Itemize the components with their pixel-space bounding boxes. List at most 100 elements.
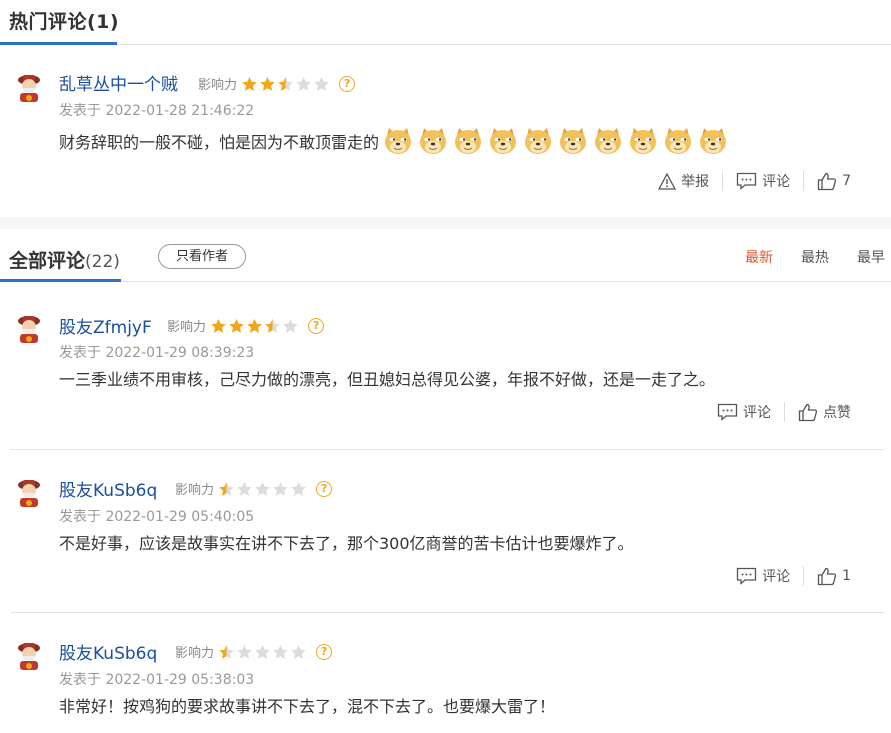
comment-button[interactable]: 评论 <box>736 566 790 586</box>
influence-rating: 影响力 ? <box>198 74 356 93</box>
sort-oldest-tab[interactable]: 最早 <box>857 247 885 267</box>
doge-emoji-icon <box>420 128 447 154</box>
post-date: 发表于 2022-01-28 21:46:22 <box>59 103 255 119</box>
username-link[interactable]: 乱草丛中一个贼 <box>59 70 178 95</box>
comment-bubble-icon <box>736 567 757 585</box>
active-tab-underline <box>0 42 117 45</box>
sort-tabs: 最新 最热 最早 <box>745 247 885 267</box>
doge-emoji-icon <box>595 128 622 154</box>
influence-label: 影响力 <box>198 78 238 93</box>
section-gap <box>0 217 891 229</box>
comment-text: 非常好！按鸡狗的要求故事讲不下去了，混不下去了。也要爆大雷了！ <box>59 697 556 716</box>
sort-newest-tab[interactable]: 最新 <box>745 247 773 267</box>
like-button[interactable]: 7 <box>817 172 851 191</box>
thumbs-up-icon <box>798 403 818 421</box>
comment-button[interactable]: 评论 <box>717 402 771 422</box>
comment-text: 财务辞职的一般不碰，怕是因为不敢顶雷走的 <box>59 133 380 152</box>
influence-rating: 影响力 ? <box>175 642 333 661</box>
all-comments-title[interactable]: 全部评论(22) <box>9 246 120 273</box>
all-comments-count: (22) <box>85 252 120 272</box>
influence-label: 影响力 <box>175 646 215 661</box>
avatar[interactable] <box>14 477 44 507</box>
username-link[interactable]: 股友KuSb6q <box>59 639 157 664</box>
doge-emoji-icon <box>700 128 727 154</box>
warning-triangle-icon <box>658 172 677 190</box>
comment-divider <box>10 449 884 450</box>
star-half-icon <box>219 644 234 659</box>
comment-body: 不是好事，应该是故事实在讲不下去了，那个300亿商誉的苦卡估计也要爆炸了。 <box>59 530 634 554</box>
star-full-icon <box>247 318 262 333</box>
star-rating <box>210 318 299 334</box>
hot-comments-title[interactable]: 热门评论(1) <box>9 7 119 34</box>
like-label: 点赞 <box>823 405 851 421</box>
star-empty-icon <box>291 481 306 496</box>
influence-rating: 影响力 ? <box>175 479 333 498</box>
star-empty-icon <box>237 481 252 496</box>
post-date: 发表于 2022-01-29 08:39:23 <box>59 345 255 361</box>
question-circle-icon[interactable]: ? <box>316 480 333 497</box>
star-rating <box>218 481 307 497</box>
star-empty-icon <box>314 76 329 91</box>
like-count: 1 <box>842 568 851 584</box>
doge-emoji-icon <box>560 128 587 154</box>
question-circle-icon[interactable]: ? <box>316 643 333 660</box>
avatar[interactable] <box>14 313 44 343</box>
comment-divider <box>10 612 884 613</box>
star-empty-icon <box>296 76 311 91</box>
post-date: 发表于 2022-01-29 05:40:05 <box>59 509 255 525</box>
doge-emoji-icon <box>525 128 552 154</box>
all-comments-header: 全部评论(22) 只看作者 最新 最热 最早 <box>0 229 891 282</box>
influence-label: 影响力 <box>175 483 215 498</box>
like-button[interactable]: 1 <box>817 567 851 586</box>
star-rating <box>241 76 330 92</box>
star-rating <box>218 644 307 660</box>
doge-emoji-icon <box>630 128 657 154</box>
influence-label: 影响力 <box>167 320 207 335</box>
star-half-icon <box>219 481 234 496</box>
comment-body: 一三季业绩不用审核，己尽力做的漂亮，但丑媳妇总得见公婆，年报不好做，还是一走了之… <box>59 366 715 390</box>
doge-emoji-icon <box>665 128 692 154</box>
action-separator <box>784 402 785 422</box>
username-link[interactable]: 股友KuSb6q <box>59 476 157 501</box>
doge-emoji-icon <box>490 128 517 154</box>
emoji-row <box>383 126 728 156</box>
comment-bubble-icon <box>736 172 757 190</box>
all-comments-label: 全部评论 <box>9 250 86 272</box>
doge-emoji-icon <box>455 128 482 154</box>
hot-comments-header: 热门评论(1) <box>0 0 891 45</box>
hot-comments-section: 热门评论(1) 乱草丛中一个贼 影响力 ? 发表于 2022-01-28 21:… <box>0 0 891 216</box>
comment-button[interactable]: 评论 <box>736 171 790 191</box>
avatar[interactable] <box>14 640 44 670</box>
comment-label: 评论 <box>762 174 791 190</box>
comment-actions: 评论 点赞 <box>717 402 851 422</box>
comment-body: 非常好！按鸡狗的要求故事讲不下去了，混不下去了。也要爆大雷了！ <box>59 693 555 717</box>
action-separator <box>722 171 724 191</box>
star-empty-icon <box>283 318 298 333</box>
star-full-icon <box>242 76 257 91</box>
star-half-icon <box>278 76 293 91</box>
doge-emoji-icon <box>385 128 412 154</box>
like-count: 7 <box>842 173 851 189</box>
post-date: 发表于 2022-01-29 05:38:03 <box>59 672 255 688</box>
star-empty-icon <box>237 644 252 659</box>
comment-bubble-icon <box>717 403 738 421</box>
username-link[interactable]: 股友ZfmjyF <box>59 313 152 338</box>
comment-label: 评论 <box>762 569 791 585</box>
star-empty-icon <box>255 481 270 496</box>
like-button[interactable]: 点赞 <box>798 402 851 422</box>
action-separator <box>803 566 805 586</box>
star-full-icon <box>211 318 226 333</box>
comment-actions: 举报 评论 7 <box>658 171 851 191</box>
comment-actions: 评论 1 <box>736 566 851 586</box>
author-only-button[interactable]: 只看作者 <box>158 244 246 269</box>
thumbs-up-icon <box>817 567 837 585</box>
question-circle-icon[interactable]: ? <box>339 75 356 92</box>
comment-body: 财务辞职的一般不碰，怕是因为不敢顶雷走的 <box>59 126 728 156</box>
question-circle-icon[interactable]: ? <box>308 317 325 334</box>
avatar[interactable] <box>14 72 44 102</box>
active-tab-underline <box>0 279 121 282</box>
report-label: 举报 <box>681 174 710 190</box>
sort-hottest-tab[interactable]: 最热 <box>801 247 829 267</box>
report-button[interactable]: 举报 <box>658 171 709 191</box>
star-empty-icon <box>273 644 288 659</box>
